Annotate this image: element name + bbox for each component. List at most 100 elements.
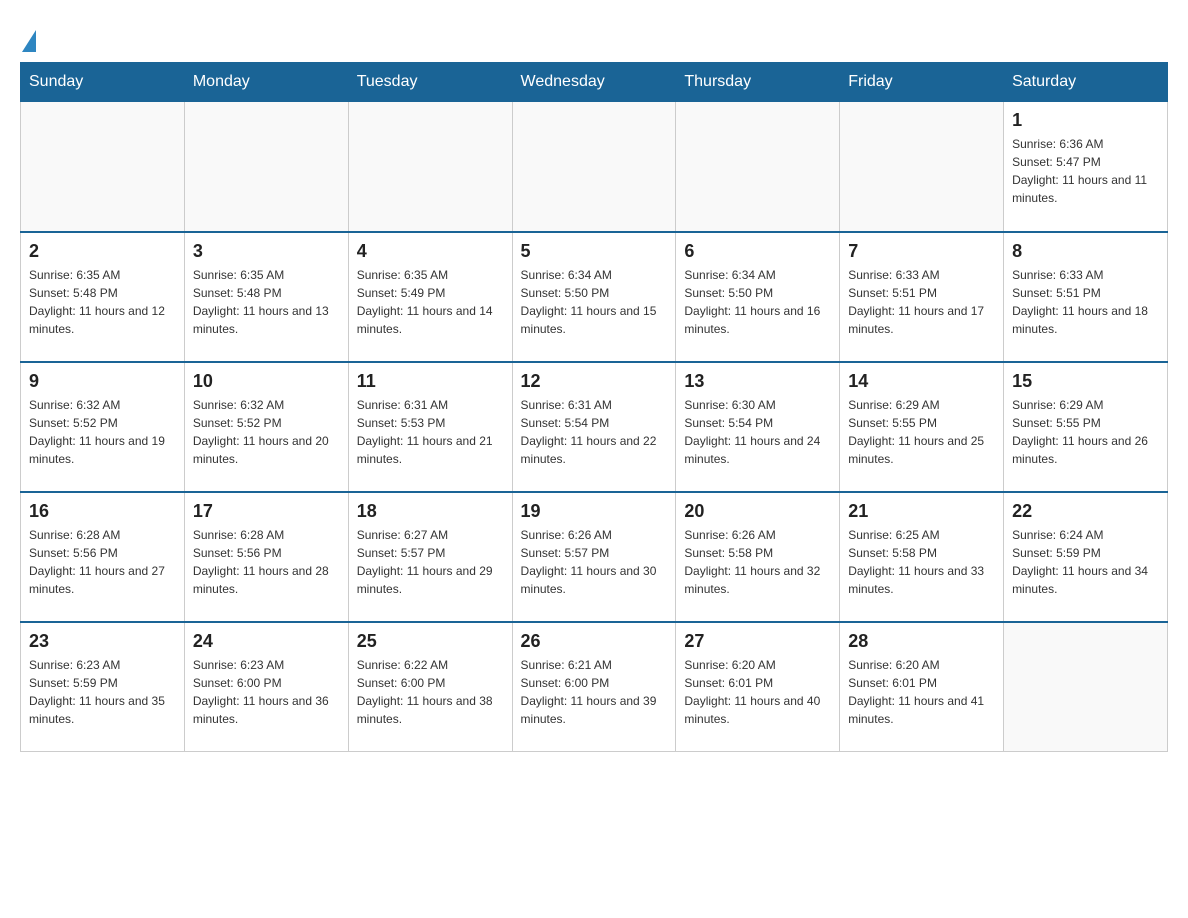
day-number: 28 [848, 631, 995, 652]
day-number: 19 [521, 501, 668, 522]
calendar-day-cell: 7 Sunrise: 6:33 AM Sunset: 5:51 PM Daylig… [840, 232, 1004, 362]
day-number: 26 [521, 631, 668, 652]
calendar-week-row: 2 Sunrise: 6:35 AM Sunset: 5:48 PM Daylig… [21, 232, 1168, 362]
day-info: Sunrise: 6:36 AM Sunset: 5:47 PM Dayligh… [1012, 135, 1159, 207]
day-info: Sunrise: 6:26 AM Sunset: 5:57 PM Dayligh… [521, 526, 668, 598]
calendar-week-row: 23 Sunrise: 6:23 AM Sunset: 5:59 PM Dayli… [21, 622, 1168, 752]
calendar-day-cell: 8 Sunrise: 6:33 AM Sunset: 5:51 PM Daylig… [1004, 232, 1168, 362]
day-number: 8 [1012, 241, 1159, 262]
day-info: Sunrise: 6:27 AM Sunset: 5:57 PM Dayligh… [357, 526, 504, 598]
calendar-day-cell: 9 Sunrise: 6:32 AM Sunset: 5:52 PM Daylig… [21, 362, 185, 492]
calendar-day-cell: 16Sunrise: 6:28 AM Sunset: 5:56 PM Dayli… [21, 492, 185, 622]
day-info: Sunrise: 6:25 AM Sunset: 5:58 PM Dayligh… [848, 526, 995, 598]
calendar-day-cell [348, 102, 512, 232]
day-info: Sunrise: 6:34 AM Sunset: 5:50 PM Dayligh… [684, 266, 831, 338]
calendar-day-cell: 4 Sunrise: 6:35 AM Sunset: 5:49 PM Daylig… [348, 232, 512, 362]
day-number: 14 [848, 371, 995, 392]
calendar-day-cell: 18 Sunrise: 6:27 AM Sunset: 5:57 PM Dayli… [348, 492, 512, 622]
day-of-week-header: Sunday [21, 63, 185, 102]
day-info: Sunrise: 6:32 AM Sunset: 5:52 PM Dayligh… [193, 396, 340, 468]
day-number: 17 [193, 501, 340, 522]
day-info: Sunrise: 6:31 AM Sunset: 5:53 PM Dayligh… [357, 396, 504, 468]
day-number: 1 [1012, 110, 1159, 131]
day-info: Sunrise: 6:29 AM Sunset: 5:55 PM Dayligh… [848, 396, 995, 468]
calendar-day-cell: 13 Sunrise: 6:30 AM Sunset: 5:54 PM Dayli… [676, 362, 840, 492]
day-info: Sunrise: 6:28 AM Sunset: 5:56 PM Dayligh… [193, 526, 340, 598]
day-of-week-header: Saturday [1004, 63, 1168, 102]
day-info: Sunrise: 6:33 AM Sunset: 5:51 PM Dayligh… [1012, 266, 1159, 338]
day-info: Sunrise: 6:29 AM Sunset: 5:55 PM Dayligh… [1012, 396, 1159, 468]
calendar-day-cell: 27 Sunrise: 6:20 AM Sunset: 6:01 PM Dayli… [676, 622, 840, 752]
calendar-day-cell [840, 102, 1004, 232]
day-info: Sunrise: 6:30 AM Sunset: 5:54 PM Dayligh… [684, 396, 831, 468]
day-number: 5 [521, 241, 668, 262]
day-number: 24 [193, 631, 340, 652]
calendar-day-cell: 20Sunrise: 6:26 AM Sunset: 5:58 PM Dayli… [676, 492, 840, 622]
day-number: 27 [684, 631, 831, 652]
day-number: 2 [29, 241, 176, 262]
day-info: Sunrise: 6:33 AM Sunset: 5:51 PM Dayligh… [848, 266, 995, 338]
calendar-week-row: 1 Sunrise: 6:36 AM Sunset: 5:47 PM Daylig… [21, 102, 1168, 232]
day-number: 15 [1012, 371, 1159, 392]
day-number: 23 [29, 631, 176, 652]
calendar-table: SundayMondayTuesdayWednesdayThursdayFrid… [20, 62, 1168, 752]
logo-triangle-icon [22, 30, 36, 52]
calendar-day-cell: 5 Sunrise: 6:34 AM Sunset: 5:50 PM Daylig… [512, 232, 676, 362]
day-number: 4 [357, 241, 504, 262]
calendar-day-cell [184, 102, 348, 232]
day-info: Sunrise: 6:23 AM Sunset: 6:00 PM Dayligh… [193, 656, 340, 728]
calendar-day-cell: 28 Sunrise: 6:20 AM Sunset: 6:01 PM Dayli… [840, 622, 1004, 752]
day-of-week-header: Thursday [676, 63, 840, 102]
calendar-day-cell [512, 102, 676, 232]
day-info: Sunrise: 6:35 AM Sunset: 5:48 PM Dayligh… [29, 266, 176, 338]
day-number: 21 [848, 501, 995, 522]
calendar-day-cell: 1 Sunrise: 6:36 AM Sunset: 5:47 PM Daylig… [1004, 102, 1168, 232]
day-of-week-header: Monday [184, 63, 348, 102]
day-info: Sunrise: 6:22 AM Sunset: 6:00 PM Dayligh… [357, 656, 504, 728]
day-info: Sunrise: 6:31 AM Sunset: 5:54 PM Dayligh… [521, 396, 668, 468]
day-of-week-header: Tuesday [348, 63, 512, 102]
calendar-day-cell: 3 Sunrise: 6:35 AM Sunset: 5:48 PM Daylig… [184, 232, 348, 362]
calendar-week-row: 16Sunrise: 6:28 AM Sunset: 5:56 PM Dayli… [21, 492, 1168, 622]
day-info: Sunrise: 6:35 AM Sunset: 5:48 PM Dayligh… [193, 266, 340, 338]
day-info: Sunrise: 6:35 AM Sunset: 5:49 PM Dayligh… [357, 266, 504, 338]
calendar-day-cell: 24 Sunrise: 6:23 AM Sunset: 6:00 PM Dayli… [184, 622, 348, 752]
day-of-week-header: Wednesday [512, 63, 676, 102]
day-number: 6 [684, 241, 831, 262]
day-info: Sunrise: 6:24 AM Sunset: 5:59 PM Dayligh… [1012, 526, 1159, 598]
calendar-day-cell: 23 Sunrise: 6:23 AM Sunset: 5:59 PM Dayli… [21, 622, 185, 752]
day-number: 18 [357, 501, 504, 522]
day-info: Sunrise: 6:23 AM Sunset: 5:59 PM Dayligh… [29, 656, 176, 728]
calendar-day-cell: 25 Sunrise: 6:22 AM Sunset: 6:00 PM Dayli… [348, 622, 512, 752]
day-info: Sunrise: 6:20 AM Sunset: 6:01 PM Dayligh… [848, 656, 995, 728]
day-number: 7 [848, 241, 995, 262]
calendar-day-cell: 14 Sunrise: 6:29 AM Sunset: 5:55 PM Dayli… [840, 362, 1004, 492]
calendar-day-cell: 21 Sunrise: 6:25 AM Sunset: 5:58 PM Dayli… [840, 492, 1004, 622]
calendar-day-cell: 10 Sunrise: 6:32 AM Sunset: 5:52 PM Dayli… [184, 362, 348, 492]
day-info: Sunrise: 6:20 AM Sunset: 6:01 PM Dayligh… [684, 656, 831, 728]
calendar-day-cell: 6 Sunrise: 6:34 AM Sunset: 5:50 PM Daylig… [676, 232, 840, 362]
day-number: 22 [1012, 501, 1159, 522]
calendar-day-cell [21, 102, 185, 232]
day-number: 13 [684, 371, 831, 392]
day-info: Sunrise: 6:32 AM Sunset: 5:52 PM Dayligh… [29, 396, 176, 468]
day-number: 3 [193, 241, 340, 262]
day-info: Sunrise: 6:34 AM Sunset: 5:50 PM Dayligh… [521, 266, 668, 338]
day-number: 12 [521, 371, 668, 392]
day-number: 20 [684, 501, 831, 522]
calendar-day-cell: 11 Sunrise: 6:31 AM Sunset: 5:53 PM Dayli… [348, 362, 512, 492]
calendar-header-row: SundayMondayTuesdayWednesdayThursdayFrid… [21, 63, 1168, 102]
calendar-day-cell: 17 Sunrise: 6:28 AM Sunset: 5:56 PM Dayli… [184, 492, 348, 622]
calendar-week-row: 9 Sunrise: 6:32 AM Sunset: 5:52 PM Daylig… [21, 362, 1168, 492]
calendar-day-cell [676, 102, 840, 232]
logo [20, 30, 36, 52]
day-number: 11 [357, 371, 504, 392]
calendar-day-cell: 22 Sunrise: 6:24 AM Sunset: 5:59 PM Dayli… [1004, 492, 1168, 622]
day-number: 10 [193, 371, 340, 392]
calendar-day-cell [1004, 622, 1168, 752]
day-number: 9 [29, 371, 176, 392]
day-number: 25 [357, 631, 504, 652]
day-info: Sunrise: 6:21 AM Sunset: 6:00 PM Dayligh… [521, 656, 668, 728]
day-of-week-header: Friday [840, 63, 1004, 102]
calendar-day-cell: 19 Sunrise: 6:26 AM Sunset: 5:57 PM Dayli… [512, 492, 676, 622]
